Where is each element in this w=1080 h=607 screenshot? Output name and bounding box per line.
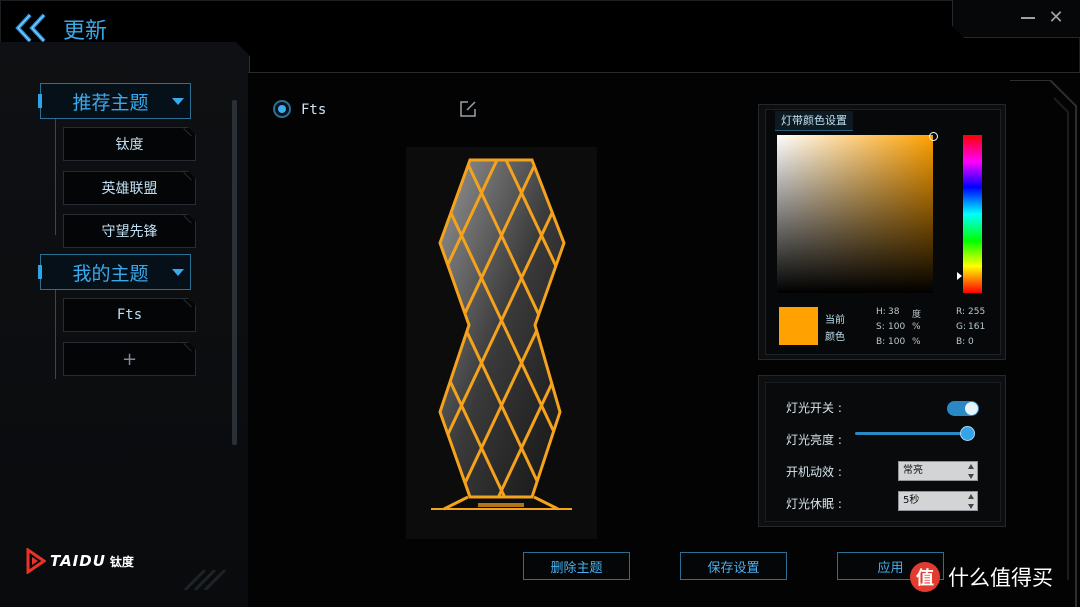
color-picker-panel: 灯带颜色设置 当前 颜色 H: 38 度 S: 100 % B: 100 % R…: [758, 104, 1006, 360]
sleep-value: 5秒: [903, 495, 920, 506]
lamp-preview-image: [431, 158, 572, 511]
b-unit: %: [912, 337, 921, 347]
save-settings-button[interactable]: 保存设置: [680, 552, 787, 580]
b-value: 100: [888, 337, 906, 347]
h-value: 38: [888, 307, 900, 317]
theme-item-label: 守望先锋: [101, 224, 158, 240]
sidebar-scrollbar[interactable]: [232, 100, 237, 445]
panel-frame-decoration: [1010, 80, 1077, 607]
brand-wordmark: TAIDU: [50, 552, 106, 570]
s-label: S:: [876, 322, 885, 332]
h-label: H:: [876, 307, 886, 317]
brightness-slider[interactable]: [855, 432, 968, 435]
boot-effect-select[interactable]: 常亮: [898, 461, 978, 481]
blue-value: 0: [968, 337, 974, 347]
edit-icon[interactable]: [459, 100, 477, 118]
group-recommended-themes[interactable]: 推荐主题: [38, 83, 191, 119]
theme-item-taidu[interactable]: 钛度: [63, 127, 196, 161]
g-label: G:: [956, 322, 967, 332]
light-switch-label: 灯光开关 :: [786, 401, 842, 415]
g-value: 161: [968, 322, 986, 332]
toggle-knob: [965, 402, 978, 415]
theme-item-label: Fts: [116, 307, 143, 323]
tree-connector: [55, 289, 56, 379]
sleep-label: 灯光休眠 :: [786, 497, 842, 511]
s-value: 100: [888, 322, 906, 332]
brightness-slider-thumb[interactable]: [960, 426, 975, 441]
brand-mark-icon: [26, 548, 46, 574]
color-picker-title: 灯带颜色设置: [775, 111, 853, 131]
minimize-icon: [1021, 17, 1035, 19]
theme-item-fts[interactable]: Fts: [63, 298, 196, 332]
radio-dot: [278, 105, 286, 113]
theme-item-lol[interactable]: 英雄联盟: [63, 171, 196, 205]
current-label: 当前: [825, 315, 845, 326]
hue-slider[interactable]: [963, 135, 982, 293]
group-my-themes[interactable]: 我的主题: [38, 254, 191, 290]
watermark-badge: 值: [910, 562, 940, 592]
color-cursor[interactable]: [929, 132, 938, 141]
back-chevron-icon[interactable]: [14, 12, 50, 44]
brand-logo: TAIDU 钛度: [26, 548, 134, 574]
sleep-select[interactable]: 5秒: [898, 491, 978, 511]
s-unit: %: [912, 322, 921, 332]
b-label: B:: [876, 337, 886, 347]
theme-radio[interactable]: [273, 100, 291, 118]
tree-connector: [55, 118, 56, 235]
theme-radio-label: Fts: [301, 102, 327, 118]
close-icon: ✕: [1048, 7, 1064, 28]
theme-item-label: 钛度: [115, 137, 144, 153]
spin-arrows-icon[interactable]: [967, 494, 975, 509]
spin-arrows-icon[interactable]: [967, 464, 975, 479]
page-title: 更新: [63, 19, 108, 44]
watermark-text: 什么值得买: [948, 566, 1053, 590]
light-switch-toggle[interactable]: [947, 401, 979, 416]
hue-pointer-icon[interactable]: [957, 272, 962, 280]
plus-icon: +: [121, 348, 138, 370]
brightness-label: 灯光亮度 :: [786, 433, 842, 447]
minimize-button[interactable]: [1018, 8, 1038, 28]
theme-item-overwatch[interactable]: 守望先锋: [63, 214, 196, 248]
boot-effect-label: 开机动效 :: [786, 465, 842, 479]
window-controls: ✕: [952, 0, 1080, 38]
close-button[interactable]: ✕: [1046, 8, 1066, 28]
add-theme-button[interactable]: +: [63, 342, 196, 376]
h-unit: 度: [912, 310, 922, 320]
brand-cn: 钛度: [109, 554, 134, 569]
caret-down-icon: [172, 268, 184, 276]
delete-theme-button[interactable]: 删除主题: [523, 552, 630, 580]
boot-effect-value: 常亮: [903, 465, 923, 476]
color-label: 颜色: [825, 332, 845, 343]
theme-item-label: 英雄联盟: [101, 181, 158, 197]
device-preview: [406, 147, 597, 539]
r-value: 255: [968, 307, 986, 317]
decorative-stripes: [183, 570, 227, 590]
r-label: R:: [956, 307, 966, 317]
group-label: 我的主题: [72, 262, 149, 285]
watermark: 值 什么值得买: [910, 562, 1053, 592]
saturation-brightness-area[interactable]: [777, 135, 933, 293]
blue-label: B:: [956, 337, 966, 347]
group-label: 推荐主题: [72, 91, 149, 114]
current-color-swatch: [779, 307, 818, 345]
caret-down-icon: [172, 97, 184, 105]
